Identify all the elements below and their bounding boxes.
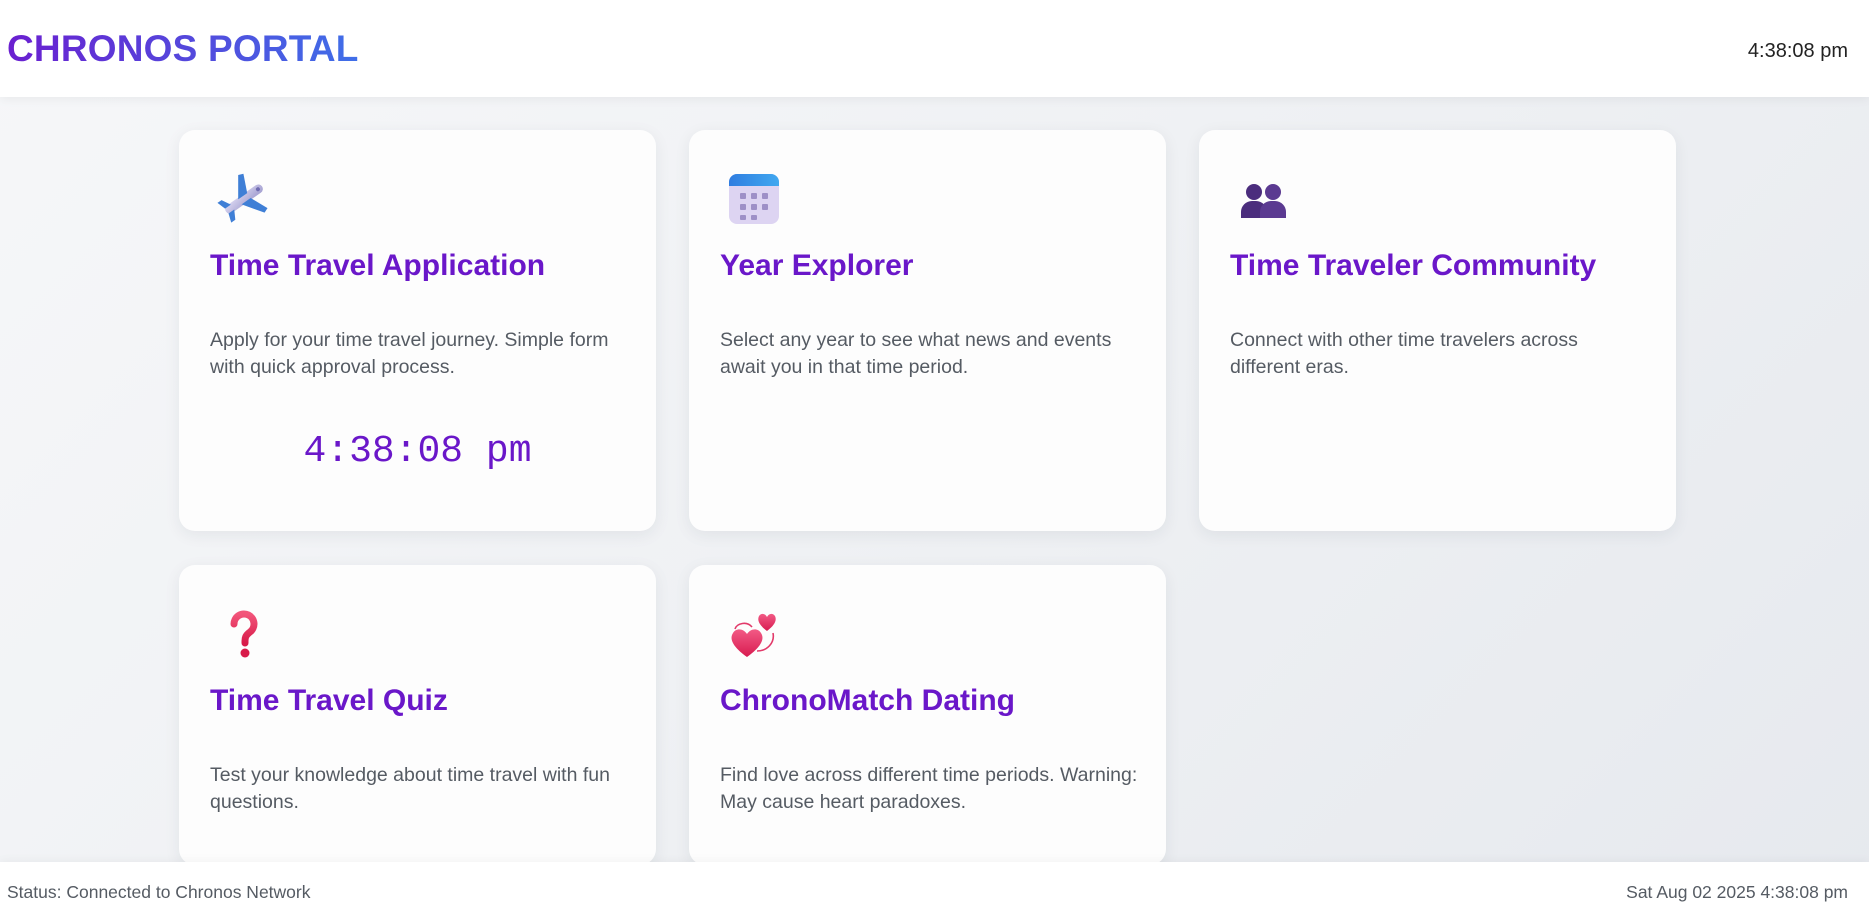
card-description: Select any year to see what news and eve…: [720, 329, 1112, 378]
card-description: Find love across different time periods.…: [720, 764, 1138, 813]
card-title: Year Explorer: [720, 249, 914, 282]
card-title: Time Travel Quiz: [210, 684, 448, 717]
connection-status: Status: Connected to Chronos Network: [7, 882, 311, 902]
calendar-icon: [729, 174, 779, 224]
card-description: Apply for your time travel journey. Simp…: [210, 329, 609, 378]
card-time-traveler-community[interactable]: Time Traveler Community Connect with oth…: [1199, 130, 1676, 531]
card-clock: 4:38:08 pm: [303, 430, 532, 473]
card-title: Time Traveler Community: [1230, 249, 1597, 282]
card-chronomatch-dating[interactable]: ChronoMatch Dating Find love across diff…: [689, 565, 1166, 865]
card-title: ChronoMatch Dating: [720, 684, 1015, 717]
card-description: Connect with other time travelers across…: [1230, 329, 1578, 378]
card-title: Time Travel Application: [210, 249, 546, 282]
card-description: Test your knowledge about time travel wi…: [210, 764, 610, 813]
portal-logo-title[interactable]: CHRONOS PORTAL: [7, 28, 359, 70]
top-bar: CHRONOS PORTAL 4:38:08 pm: [0, 0, 1869, 97]
status-footer: Status: Connected to Chronos Network Sat…: [0, 862, 1869, 922]
question-mark-icon: [230, 610, 258, 658]
airplane-icon: [217, 173, 268, 223]
card-year-explorer[interactable]: Year Explorer Select any year to see wha…: [689, 130, 1166, 531]
people-icon: [1241, 184, 1286, 218]
card-time-travel-application[interactable]: Time Travel Application Apply for your t…: [179, 130, 656, 531]
two-hearts-icon: [731, 613, 776, 657]
footer-datetime: Sat Aug 02 2025 4:38:08 pm: [1626, 882, 1848, 902]
header-clock: 4:38:08 pm: [1747, 40, 1848, 62]
card-time-travel-quiz[interactable]: Time Travel Quiz Test your knowledge abo…: [179, 565, 656, 865]
